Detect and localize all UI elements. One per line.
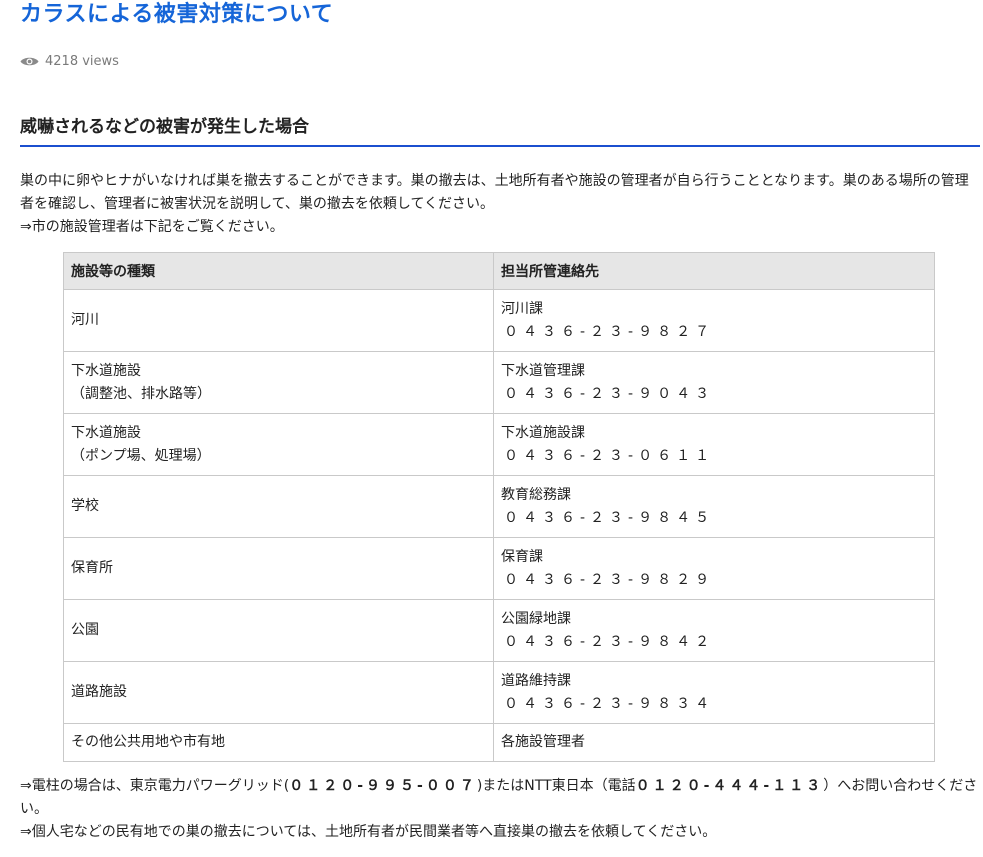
- contact-cell: 各施設管理者: [493, 723, 935, 762]
- utility-pole-note-mid: )またはNTT東日本（電話: [476, 778, 636, 794]
- utility-pole-note: ⇒電柱の場合は、東京電力パワーグリッド(０１２０-９９５-００７)またはNTT東…: [20, 775, 978, 821]
- page-title: カラスによる被害対策について: [20, 2, 334, 27]
- facility-type-detail: （ポンプ場、処理場）: [71, 447, 211, 464]
- department: 公園緑地課: [501, 610, 571, 627]
- facility-type: その他公共用地や市有地: [71, 734, 225, 750]
- facility-type-cell: 河川: [63, 289, 494, 352]
- table-row: 下水道施設 （ポンプ場、処理場） 下水道施設課 ０４３６-２３-０６１１: [63, 413, 935, 476]
- facility-type: 学校: [71, 498, 99, 514]
- header-facility-type: 施設等の種類: [63, 252, 494, 290]
- table-row: 下水道施設 （調整池、排水路等） 下水道管理課 ０４３６-２３-９０４３: [63, 351, 935, 414]
- facility-type-cell: 公園: [63, 599, 494, 662]
- section-heading: 威嚇されるなどの被害が発生した場合: [20, 115, 980, 147]
- contact-table: 施設等の種類 担当所管連絡先 河川 河川課 ０４３６-２３-９８２７ 下水道施設…: [63, 252, 935, 762]
- department: 保育課: [501, 548, 543, 565]
- phone-number: ０４３６-２３-９８４２: [504, 633, 715, 650]
- contact-cell: 公園緑地課 ０４３６-２３-９８４２: [493, 599, 935, 662]
- table-row: 学校 教育総務課 ０４３６-２３-９８４５: [63, 475, 935, 538]
- contact-cell: 河川課 ０４３６-２３-９８２７: [493, 289, 935, 352]
- facility-type-cell: 道路施設: [63, 661, 494, 724]
- contact-table-container: 施設等の種類 担当所管連絡先 河川 河川課 ０４３６-２３-９８２７ 下水道施設…: [63, 252, 935, 762]
- department: 教育総務課: [501, 486, 571, 503]
- eye-icon: [20, 57, 39, 65]
- private-land-note: ⇒個人宅などの民有地での巣の撤去については、土地所有者が民間業者等へ直接巣の撤去…: [20, 824, 717, 840]
- table-row: 公園 公園緑地課 ０４３６-２３-９８４２: [63, 599, 935, 662]
- facility-type: 河川: [71, 312, 99, 328]
- intro-paragraph: 巣の中に卵やヒナがいなければ巣を撤去することができます。巣の撤去は、土地所有者や…: [20, 173, 969, 212]
- facility-type-detail: （調整池、排水路等）: [71, 385, 211, 402]
- table-row: 河川 河川課 ０４３６-２３-９８２７: [63, 289, 935, 352]
- contact-cell: 教育総務課 ０４３６-２３-９８４５: [493, 475, 935, 538]
- contact-cell: 保育課 ０４３６-２３-９８２９: [493, 537, 935, 600]
- department: 下水道管理課: [501, 362, 585, 379]
- article: カラスによる被害対策について 4218 views 威嚇されるなどの被害が発生し…: [20, 0, 980, 844]
- utility-pole-note-start: ⇒電柱の場合は、東京電力パワーグリッド(: [20, 778, 290, 794]
- facility-type-cell: 下水道施設 （調整池、排水路等）: [63, 351, 494, 414]
- phone-number: ０４３６-２３-９８４５: [504, 509, 715, 526]
- phone-number: ０４３６-２３-９８３４: [504, 695, 715, 712]
- facility-type: 公園: [71, 622, 99, 638]
- facility-type-cell: 保育所: [63, 537, 494, 600]
- contact-cell: 下水道管理課 ０４３６-２３-９０４３: [493, 351, 935, 414]
- facility-type: 保育所: [71, 560, 113, 576]
- header-contact: 担当所管連絡先: [493, 252, 935, 290]
- department: 下水道施設課: [501, 424, 585, 441]
- department: 道路維持課: [501, 672, 571, 689]
- contact-cell: 下水道施設課 ０４３６-２３-０６１１: [493, 413, 935, 476]
- table-row: 保育所 保育課 ０４３６-２３-９８２９: [63, 537, 935, 600]
- department: 河川課: [501, 300, 543, 317]
- facility-type: 下水道施設: [71, 362, 141, 379]
- table-header-row: 施設等の種類 担当所管連絡先: [63, 252, 935, 290]
- tepco-phone: ０１２０-９９５-００７: [289, 778, 477, 794]
- facility-type-cell: 学校: [63, 475, 494, 538]
- facility-type-cell: その他公共用地や市有地: [63, 723, 494, 762]
- contact-cell: 道路維持課 ０４３６-２３-９８３４: [493, 661, 935, 724]
- footer-notes: ⇒電柱の場合は、東京電力パワーグリッド(０１２０-９９５-００７)またはNTT東…: [20, 775, 978, 844]
- phone-number: ０４３６-２３-９８２９: [504, 571, 715, 588]
- intro-pointer: ⇒市の施設管理者は下記をご覧ください。: [20, 219, 284, 235]
- table-row: 道路施設 道路維持課 ０４３６-２３-９８３４: [63, 661, 935, 724]
- table-row: その他公共用地や市有地 各施設管理者: [63, 723, 935, 762]
- facility-type: 下水道施設: [71, 424, 141, 441]
- view-count: 4218 views: [20, 51, 980, 71]
- phone-number: ０４３６-２３-９０４３: [504, 385, 715, 402]
- view-count-text: 4218 views: [45, 53, 119, 69]
- facility-type-cell: 下水道施設 （ポンプ場、処理場）: [63, 413, 494, 476]
- facility-type: 道路施設: [71, 684, 127, 700]
- phone-number: ０４３６-２３-９８２７: [504, 323, 715, 340]
- phone-number: ０４３６-２３-０６１１: [504, 447, 715, 464]
- ntt-phone: ０１２０-４４４-１１３: [635, 778, 824, 794]
- intro-text: 巣の中に卵やヒナがいなければ巣を撤去することができます。巣の撤去は、土地所有者や…: [20, 170, 978, 239]
- department: 各施設管理者: [501, 734, 585, 750]
